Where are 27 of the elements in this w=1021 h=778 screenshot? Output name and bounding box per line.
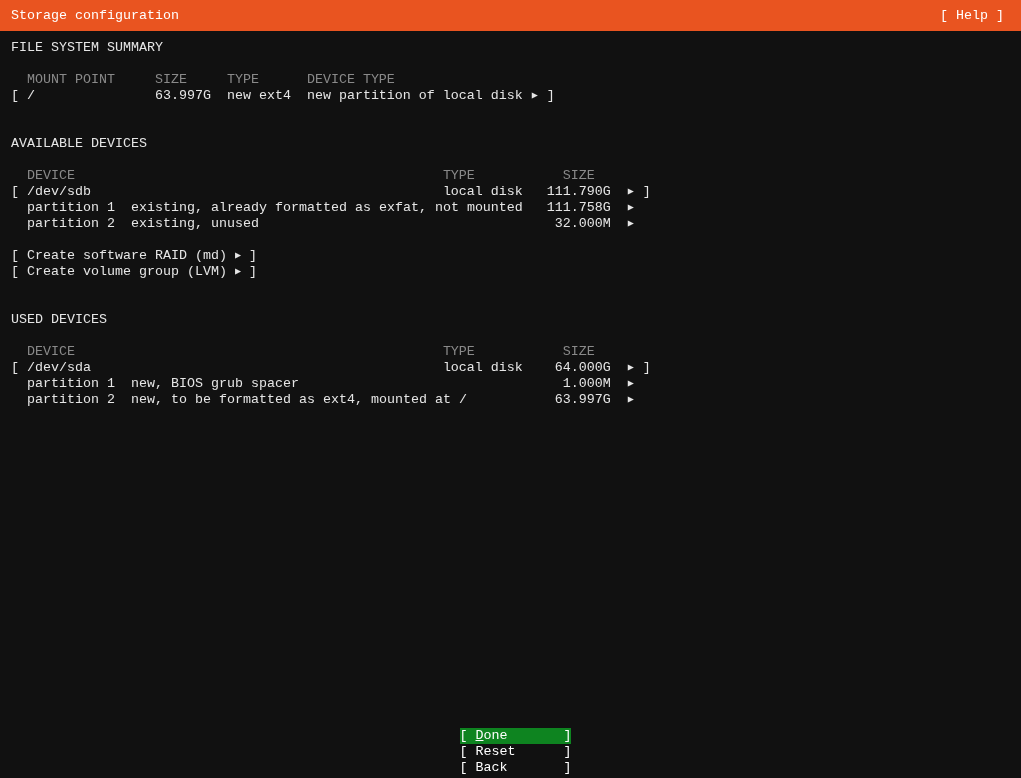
menu-button[interactable]: [ Back ] — [459, 760, 572, 776]
help-button[interactable]: [ Help ] — [940, 8, 1004, 23]
section-title: FILE SYSTEM SUMMARY — [11, 40, 164, 56]
partition-row[interactable]: partition 2 new, to be formatted as ext4, mounted at / 63.997G ▶ — [11, 392, 651, 408]
device-row[interactable]: [ /dev/sdb local disk 111.790G ▶ ] — [11, 184, 651, 200]
column-header: SIZE — [561, 168, 596, 184]
column-header: TYPE — [442, 168, 476, 184]
partition-row[interactable]: partition 1 new, BIOS grub spacer 1.000M ▶ — [11, 376, 651, 392]
action-row[interactable]: [ Create volume group (LVM) ▶ ] — [11, 264, 257, 280]
section-title: AVAILABLE DEVICES — [11, 136, 148, 152]
mount-row[interactable]: [ / 63.997G new ext4 new partition of local disk ▶ ] — [11, 88, 555, 104]
action-row[interactable]: [ Create software RAID (md) ▶ ] — [11, 248, 257, 264]
window-title: Storage configuration — [11, 8, 179, 23]
column-header: DEVICE — [27, 344, 76, 360]
column-header: DEVICE — [27, 168, 76, 184]
column-header: TYPE — [442, 344, 476, 360]
column-header: SIZE — [154, 72, 188, 88]
section-title: USED DEVICES — [11, 312, 108, 328]
column-header: SIZE — [561, 344, 596, 360]
column-header: TYPE — [226, 72, 260, 88]
menu-button[interactable]: [ Reset ] — [459, 744, 572, 760]
partition-row[interactable]: partition 1 existing, already formatted as exfat, not mounted 111.758G ▶ — [11, 200, 651, 216]
device-row[interactable]: [ /dev/sda local disk 64.000G ▶ ] — [11, 360, 651, 376]
column-header: MOUNT POINT — [27, 72, 116, 88]
partition-row[interactable]: partition 2 existing, unused 32.000M ▶ — [11, 216, 651, 232]
menu-button[interactable]: [ Done ] — [459, 728, 572, 744]
column-header: DEVICE TYPE — [306, 72, 395, 88]
